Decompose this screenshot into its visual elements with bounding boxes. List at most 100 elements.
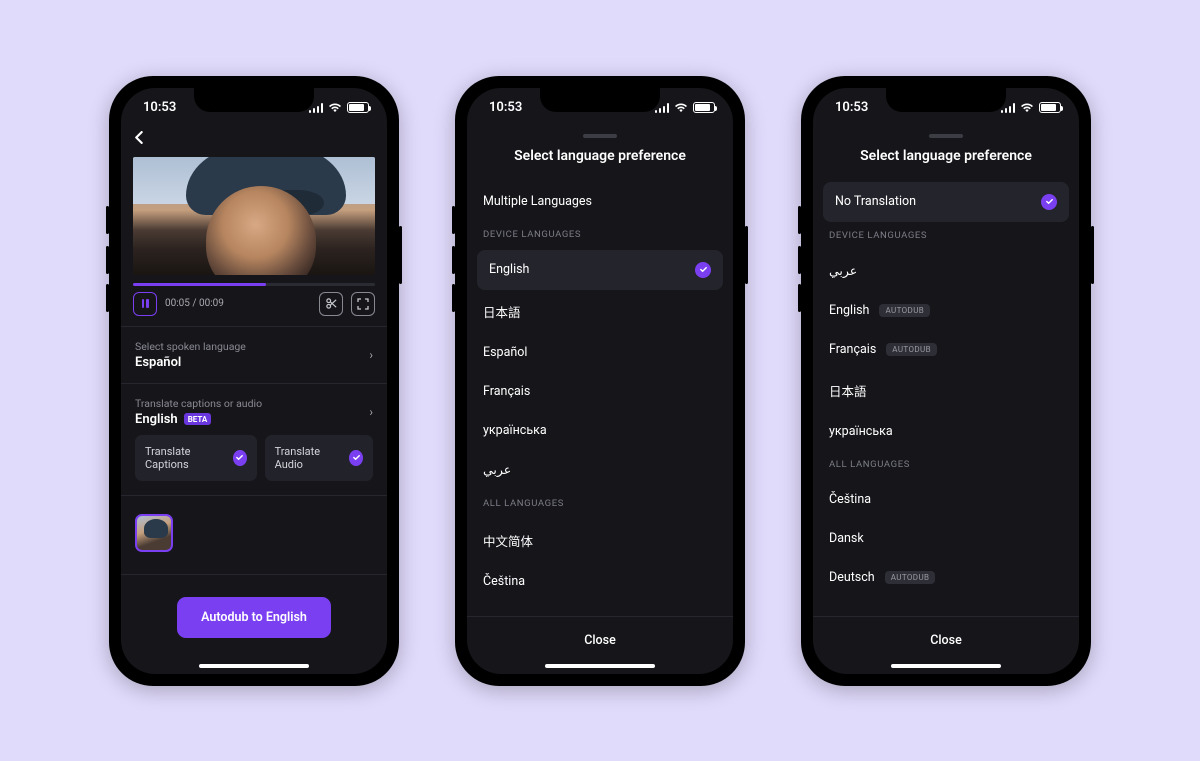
language-option[interactable]: 日本語 bbox=[467, 290, 733, 333]
language-option[interactable]: українська bbox=[813, 412, 1079, 451]
spoken-language-label: Select spoken language bbox=[135, 340, 246, 353]
language-label: 中文简体 bbox=[483, 531, 533, 550]
pause-icon bbox=[142, 299, 149, 308]
device-frame-3: 10:53 Select language preference No Tran… bbox=[801, 76, 1091, 686]
play-pause-button[interactable] bbox=[133, 292, 157, 316]
screen-lang-select-b: 10:53 Select language preference No Tran… bbox=[813, 88, 1079, 674]
expand-icon bbox=[357, 298, 369, 310]
language-option[interactable]: عربي bbox=[813, 251, 1079, 291]
language-option[interactable]: Deutsch AUTODUB bbox=[813, 558, 1079, 597]
home-indicator bbox=[545, 664, 655, 668]
language-label: українська bbox=[483, 423, 547, 438]
language-label: Español bbox=[483, 345, 527, 360]
section-header-all: ALL LANGUAGES bbox=[813, 451, 1079, 480]
language-option-multiple[interactable]: Multiple Languages bbox=[467, 182, 733, 221]
device-frame-1: 10:53 bbox=[109, 76, 399, 686]
language-option[interactable]: Čeština bbox=[467, 562, 733, 601]
translate-value: EnglishBETA bbox=[135, 412, 262, 427]
status-time: 10:53 bbox=[489, 100, 522, 115]
screen-lang-select-a: 10:53 Select language preference Multipl… bbox=[467, 88, 733, 674]
app-showcase: 10:53 bbox=[0, 0, 1200, 761]
language-option[interactable]: Dansk bbox=[813, 519, 1079, 558]
language-label: Deutsch bbox=[829, 570, 875, 585]
language-label: Čeština bbox=[483, 574, 525, 589]
language-label: Français bbox=[483, 384, 530, 399]
language-option-none[interactable]: No Translation bbox=[823, 182, 1069, 222]
section-header-all: ALL LANGUAGES bbox=[467, 490, 733, 519]
language-label: 日本語 bbox=[829, 381, 867, 400]
playback-time: 00:05 / 00:09 bbox=[165, 298, 224, 309]
translate-row[interactable]: Translate captions or audio EnglishBETA … bbox=[121, 384, 387, 435]
language-label: No Translation bbox=[835, 194, 916, 209]
language-option[interactable]: Čeština bbox=[813, 480, 1079, 519]
back-button[interactable] bbox=[121, 128, 387, 153]
chevron-right-icon: › bbox=[369, 405, 373, 419]
toggle-label: Translate Audio bbox=[275, 445, 340, 471]
status-icons bbox=[655, 102, 716, 113]
checkmark-icon bbox=[233, 450, 247, 466]
language-label: Čeština bbox=[829, 492, 871, 507]
autodub-button[interactable]: Autodub to English bbox=[177, 597, 331, 638]
translate-captions-toggle[interactable]: Translate Captions bbox=[135, 435, 257, 481]
fullscreen-button[interactable] bbox=[351, 292, 375, 316]
language-option[interactable]: Français bbox=[467, 372, 733, 411]
notch bbox=[886, 88, 1006, 112]
status-time: 10:53 bbox=[143, 100, 176, 115]
video-progress[interactable] bbox=[133, 283, 375, 286]
language-option[interactable]: українська bbox=[467, 411, 733, 450]
sheet-grabber[interactable] bbox=[929, 134, 963, 138]
battery-icon bbox=[1039, 102, 1061, 113]
wifi-icon bbox=[674, 103, 688, 113]
language-label: عربي bbox=[483, 462, 511, 478]
checkmark-icon bbox=[1041, 194, 1057, 210]
checkmark-icon bbox=[695, 262, 711, 278]
wifi-icon bbox=[328, 103, 342, 113]
translate-audio-toggle[interactable]: Translate Audio bbox=[265, 435, 373, 481]
language-label: 日本語 bbox=[483, 302, 521, 321]
language-option[interactable]: 中文简体 bbox=[467, 519, 733, 562]
language-option[interactable]: English AUTODUB bbox=[813, 291, 1079, 330]
language-label: English bbox=[829, 303, 869, 318]
language-label: English bbox=[489, 262, 529, 277]
video-preview[interactable] bbox=[133, 157, 375, 275]
language-label: українська bbox=[829, 424, 893, 439]
clip-thumbnail[interactable] bbox=[135, 514, 173, 552]
language-label: Français bbox=[829, 342, 876, 357]
language-option[interactable]: 日本語 bbox=[813, 369, 1079, 412]
notch bbox=[540, 88, 660, 112]
language-list[interactable]: No Translation DEVICE LANGUAGES عربي Englis… bbox=[813, 182, 1079, 616]
language-label: عربي bbox=[829, 263, 857, 279]
language-option[interactable]: English bbox=[477, 250, 723, 290]
spoken-language-row[interactable]: Select spoken language Español › bbox=[121, 327, 387, 383]
language-option[interactable]: Français AUTODUB bbox=[813, 330, 1079, 369]
sheet-title: Select language preference bbox=[813, 148, 1079, 164]
spoken-language-value: Español bbox=[135, 355, 246, 370]
sheet-grabber[interactable] bbox=[583, 134, 617, 138]
status-icons bbox=[309, 102, 370, 113]
scissors-icon bbox=[325, 297, 338, 310]
checkmark-icon bbox=[349, 450, 363, 466]
section-header-device: DEVICE LANGUAGES bbox=[467, 221, 733, 250]
home-indicator bbox=[199, 664, 309, 668]
language-list[interactable]: Multiple LanguagesDEVICE LANGUAGES Englis… bbox=[467, 182, 733, 616]
crop-button[interactable] bbox=[319, 292, 343, 316]
device-frame-2: 10:53 Select language preference Multipl… bbox=[455, 76, 745, 686]
notch bbox=[194, 88, 314, 112]
language-option[interactable]: عربي bbox=[467, 450, 733, 490]
beta-badge: BETA bbox=[184, 413, 212, 425]
wifi-icon bbox=[1020, 103, 1034, 113]
autodub-badge: AUTODUB bbox=[879, 304, 930, 317]
translate-label: Translate captions or audio bbox=[135, 397, 262, 410]
section-header-device: DEVICE LANGUAGES bbox=[813, 222, 1079, 251]
status-time: 10:53 bbox=[835, 100, 868, 115]
battery-icon bbox=[693, 102, 715, 113]
screen-editor: 10:53 bbox=[121, 88, 387, 674]
chevron-left-icon bbox=[133, 131, 146, 144]
language-option[interactable]: Español bbox=[467, 333, 733, 372]
status-icons bbox=[1001, 102, 1062, 113]
autodub-badge: AUTODUB bbox=[886, 343, 937, 356]
home-indicator bbox=[891, 664, 1001, 668]
autodub-badge: AUTODUB bbox=[885, 571, 936, 584]
chevron-right-icon: › bbox=[369, 348, 373, 362]
toggle-label: Translate Captions bbox=[145, 445, 223, 471]
